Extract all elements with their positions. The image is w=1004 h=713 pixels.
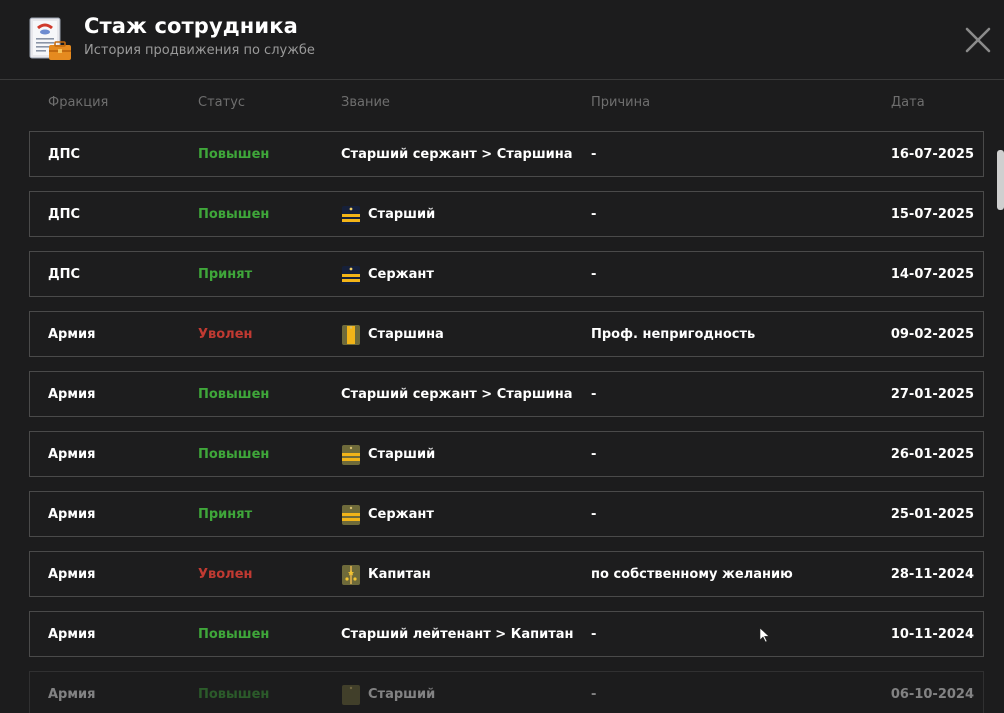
faction-cell: Армия (48, 567, 96, 582)
rank-label: Капитан (368, 567, 431, 582)
rank-cell: Старший (341, 443, 435, 467)
date-cell: 15-07-2025 (890, 207, 974, 222)
police-sergeant-rank-icon (341, 203, 361, 227)
table-row[interactable]: ДПС Принят Сержант - 14-07-2025 (29, 251, 984, 297)
rank-label: Старший (368, 447, 436, 462)
date-cell: 25-01-2025 (890, 507, 974, 522)
page-subtitle: История продвижения по службе (84, 43, 315, 58)
table-row[interactable]: Армия Повышен Старший - 26-01-2025 (29, 431, 984, 477)
reason-cell: - (591, 627, 597, 642)
status-cell: Повышен (198, 387, 270, 402)
police-sergeant-rank-icon (341, 263, 361, 287)
reason-cell: Проф. непригодность (591, 327, 756, 342)
column-header-reason: Причина (591, 95, 651, 110)
faction-cell: Армия (48, 687, 96, 702)
table-row[interactable]: Армия Повышен Старший - 06-10-2024 (29, 671, 984, 713)
page-title: Стаж сотрудника (84, 14, 298, 38)
status-cell: Повышен (198, 447, 270, 462)
column-header-date: Дата (891, 95, 925, 110)
rank-label: Старший (368, 687, 436, 702)
faction-cell: Армия (48, 327, 96, 342)
faction-cell: Армия (48, 447, 96, 462)
rank-cell: Старший (341, 203, 435, 227)
army-plain-rank-icon (341, 683, 361, 707)
status-cell: Повышен (198, 207, 270, 222)
date-cell: 14-07-2025 (890, 267, 974, 282)
faction-cell: Армия (48, 627, 96, 642)
column-header-rank: Звание (341, 95, 390, 110)
faction-cell: ДПС (48, 267, 80, 282)
rank-label: Старший (368, 207, 436, 222)
table-row[interactable]: ДПС Повышен Старший сержант > Старшина - 16-… (29, 131, 984, 177)
employee-tenure-window: Стаж сотрудника История продвижения по с… (0, 0, 1004, 713)
status-cell: Уволен (198, 327, 253, 342)
table-row[interactable]: Армия Повышен Старший лейтенант > Капитан -… (29, 611, 984, 657)
column-headers: Фракция Статус Звание Причина Дата (0, 95, 1004, 115)
date-cell: 26-01-2025 (890, 447, 974, 462)
table-row[interactable]: ДПС Повышен Старший - 15-07-2025 (29, 191, 984, 237)
rank-label: Старший сержант > Старшина (341, 387, 573, 402)
rank-label: Сержант (368, 507, 434, 522)
rank-cell: Сержант (341, 503, 434, 527)
rank-cell: Старший сержант > Старшина (341, 383, 573, 407)
reason-cell: - (591, 507, 597, 522)
column-header-faction: Фракция (48, 95, 109, 110)
rank-label: Старший лейтенант > Капитан (341, 627, 574, 642)
reason-cell: - (591, 147, 597, 162)
rank-cell: Сержант (341, 263, 434, 287)
reason-cell: - (591, 387, 597, 402)
status-cell: Повышен (198, 687, 270, 702)
rank-cell: Старший (341, 683, 435, 707)
status-cell: Уволен (198, 567, 253, 582)
reason-cell: по собственному желанию (591, 567, 793, 582)
status-cell: Повышен (198, 147, 270, 162)
status-cell: Принят (198, 507, 253, 522)
date-cell: 06-10-2024 (890, 687, 974, 702)
faction-cell: Армия (48, 507, 96, 522)
reason-cell: - (591, 267, 597, 282)
rank-cell: Старший лейтенант > Капитан (341, 623, 574, 647)
document-briefcase-icon (29, 17, 71, 60)
faction-cell: ДПС (48, 147, 80, 162)
date-cell: 09-02-2025 (890, 327, 974, 342)
date-cell: 27-01-2025 (890, 387, 974, 402)
army-starshina-rank-icon (341, 323, 361, 347)
mouse-cursor-icon (759, 627, 770, 643)
reason-cell: - (591, 447, 597, 462)
column-header-status: Статус (198, 95, 246, 110)
rank-cell: Капитан (341, 563, 431, 587)
rank-label: Старшина (368, 327, 444, 342)
rank-label: Старший сержант > Старшина (341, 147, 573, 162)
rank-cell: Старший сержант > Старшина (341, 143, 573, 167)
status-cell: Повышен (198, 627, 270, 642)
window-header: Стаж сотрудника История продвижения по с… (0, 0, 1004, 80)
table-row[interactable]: Армия Уволен Капитан по собственному желани… (29, 551, 984, 597)
army-captain-rank-icon (341, 563, 361, 587)
date-cell: 28-11-2024 (890, 567, 974, 582)
close-icon[interactable] (962, 24, 994, 56)
scrollbar-thumb[interactable] (997, 150, 1004, 210)
reason-cell: - (591, 687, 597, 702)
table-row[interactable]: Армия Уволен Старшина Проф. непригодность 09… (29, 311, 984, 357)
army-sergeant-rank-icon (341, 443, 361, 467)
faction-cell: Армия (48, 387, 96, 402)
status-cell: Принят (198, 267, 253, 282)
rank-cell: Старшина (341, 323, 444, 347)
reason-cell: - (591, 207, 597, 222)
army-sergeant-rank-icon (341, 503, 361, 527)
rank-label: Сержант (368, 267, 434, 282)
date-cell: 10-11-2024 (890, 627, 974, 642)
table-row[interactable]: Армия Повышен Старший сержант > Старшина - 2… (29, 371, 984, 417)
faction-cell: ДПС (48, 207, 80, 222)
table-row[interactable]: Армия Принят Сержант - 25-01-2025 (29, 491, 984, 537)
date-cell: 16-07-2025 (890, 147, 974, 162)
